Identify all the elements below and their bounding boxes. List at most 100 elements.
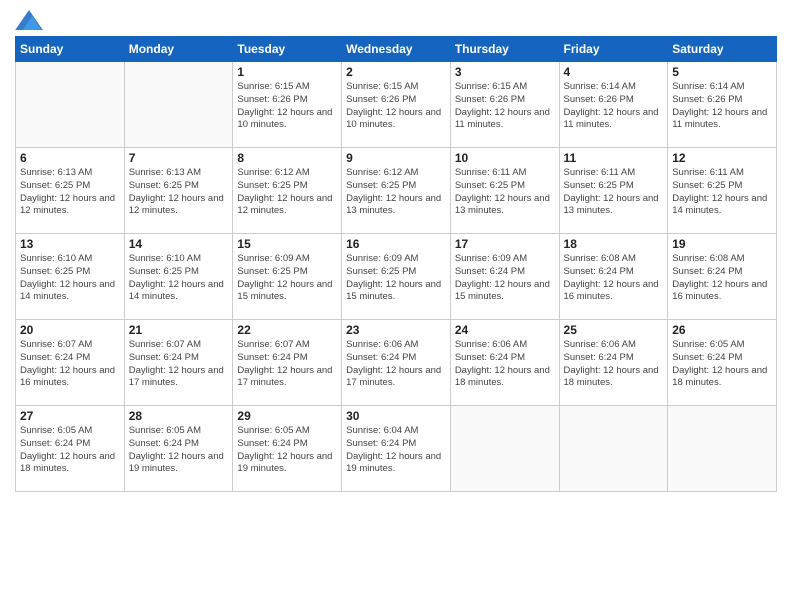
day-info: Sunrise: 6:06 AM Sunset: 6:24 PM Dayligh… bbox=[455, 339, 555, 390]
day-cell: 6 Sunrise: 6:13 AM Sunset: 6:25 PM Daylig… bbox=[16, 148, 125, 234]
day-info: Sunrise: 6:11 AM Sunset: 6:25 PM Dayligh… bbox=[455, 167, 555, 218]
day-number: 2 bbox=[346, 65, 446, 79]
logo bbox=[15, 10, 47, 30]
day-number: 5 bbox=[672, 65, 772, 79]
day-number: 8 bbox=[237, 151, 337, 165]
day-info: Sunrise: 6:09 AM Sunset: 6:24 PM Dayligh… bbox=[455, 253, 555, 304]
day-cell: 27 Sunrise: 6:05 AM Sunset: 6:24 PM Dayli… bbox=[16, 406, 125, 492]
day-cell: 13 Sunrise: 6:10 AM Sunset: 6:25 PM Dayli… bbox=[16, 234, 125, 320]
week-row-2: 13 Sunrise: 6:10 AM Sunset: 6:25 PM Dayli… bbox=[16, 234, 777, 320]
col-header-saturday: Saturday bbox=[668, 37, 777, 62]
day-number: 19 bbox=[672, 237, 772, 251]
day-number: 13 bbox=[20, 237, 120, 251]
day-cell: 1 Sunrise: 6:15 AM Sunset: 6:26 PM Daylig… bbox=[233, 62, 342, 148]
day-cell: 11 Sunrise: 6:11 AM Sunset: 6:25 PM Dayli… bbox=[559, 148, 668, 234]
day-number: 26 bbox=[672, 323, 772, 337]
day-number: 17 bbox=[455, 237, 555, 251]
day-number: 4 bbox=[564, 65, 664, 79]
day-info: Sunrise: 6:12 AM Sunset: 6:25 PM Dayligh… bbox=[346, 167, 446, 218]
day-cell: 22 Sunrise: 6:07 AM Sunset: 6:24 PM Dayli… bbox=[233, 320, 342, 406]
day-cell: 8Sunrise: 6:12 AM Sunset: 6:25 PM Daylig… bbox=[233, 148, 342, 234]
week-row-4: 27 Sunrise: 6:05 AM Sunset: 6:24 PM Dayli… bbox=[16, 406, 777, 492]
day-cell: 25Sunrise: 6:06 AM Sunset: 6:24 PM Dayli… bbox=[559, 320, 668, 406]
day-cell: 14 Sunrise: 6:10 AM Sunset: 6:25 PM Dayli… bbox=[124, 234, 233, 320]
day-cell: 15 Sunrise: 6:09 AM Sunset: 6:25 PM Dayli… bbox=[233, 234, 342, 320]
day-cell: 4 Sunrise: 6:14 AM Sunset: 6:26 PM Daylig… bbox=[559, 62, 668, 148]
day-info: Sunrise: 6:09 AM Sunset: 6:25 PM Dayligh… bbox=[237, 253, 337, 304]
col-header-monday: Monday bbox=[124, 37, 233, 62]
day-number: 14 bbox=[129, 237, 229, 251]
day-info: Sunrise: 6:15 AM Sunset: 6:26 PM Dayligh… bbox=[455, 81, 555, 132]
day-number: 3 bbox=[455, 65, 555, 79]
day-number: 29 bbox=[237, 409, 337, 423]
day-number: 21 bbox=[129, 323, 229, 337]
day-info: Sunrise: 6:10 AM Sunset: 6:25 PM Dayligh… bbox=[129, 253, 229, 304]
header-row: SundayMondayTuesdayWednesdayThursdayFrid… bbox=[16, 37, 777, 62]
day-number: 12 bbox=[672, 151, 772, 165]
day-cell: 10 Sunrise: 6:11 AM Sunset: 6:25 PM Dayli… bbox=[450, 148, 559, 234]
day-cell: 23 Sunrise: 6:06 AM Sunset: 6:24 PM Dayli… bbox=[342, 320, 451, 406]
day-info: Sunrise: 6:05 AM Sunset: 6:24 PM Dayligh… bbox=[20, 425, 120, 476]
day-cell: 16 Sunrise: 6:09 AM Sunset: 6:25 PM Dayli… bbox=[342, 234, 451, 320]
day-info: Sunrise: 6:07 AM Sunset: 6:24 PM Dayligh… bbox=[20, 339, 120, 390]
logo-icon bbox=[15, 10, 43, 30]
day-info: Sunrise: 6:05 AM Sunset: 6:24 PM Dayligh… bbox=[129, 425, 229, 476]
col-header-friday: Friday bbox=[559, 37, 668, 62]
day-info: Sunrise: 6:15 AM Sunset: 6:26 PM Dayligh… bbox=[237, 81, 337, 132]
day-cell bbox=[450, 406, 559, 492]
day-number: 11 bbox=[564, 151, 664, 165]
day-cell: 12 Sunrise: 6:11 AM Sunset: 6:25 PM Dayli… bbox=[668, 148, 777, 234]
day-cell: 7Sunrise: 6:13 AM Sunset: 6:25 PM Daylig… bbox=[124, 148, 233, 234]
day-info: Sunrise: 6:07 AM Sunset: 6:24 PM Dayligh… bbox=[129, 339, 229, 390]
day-number: 22 bbox=[237, 323, 337, 337]
calendar-table: SundayMondayTuesdayWednesdayThursdayFrid… bbox=[15, 36, 777, 492]
day-info: Sunrise: 6:14 AM Sunset: 6:26 PM Dayligh… bbox=[564, 81, 664, 132]
day-number: 6 bbox=[20, 151, 120, 165]
day-cell: 2 Sunrise: 6:15 AM Sunset: 6:26 PM Daylig… bbox=[342, 62, 451, 148]
page: SundayMondayTuesdayWednesdayThursdayFrid… bbox=[0, 0, 792, 612]
day-number: 27 bbox=[20, 409, 120, 423]
day-info: Sunrise: 6:09 AM Sunset: 6:25 PM Dayligh… bbox=[346, 253, 446, 304]
day-number: 9 bbox=[346, 151, 446, 165]
day-cell: 29Sunrise: 6:05 AM Sunset: 6:24 PM Dayli… bbox=[233, 406, 342, 492]
day-cell bbox=[124, 62, 233, 148]
week-row-1: 6 Sunrise: 6:13 AM Sunset: 6:25 PM Daylig… bbox=[16, 148, 777, 234]
day-cell: 9 Sunrise: 6:12 AM Sunset: 6:25 PM Daylig… bbox=[342, 148, 451, 234]
day-info: Sunrise: 6:10 AM Sunset: 6:25 PM Dayligh… bbox=[20, 253, 120, 304]
week-row-0: 1 Sunrise: 6:15 AM Sunset: 6:26 PM Daylig… bbox=[16, 62, 777, 148]
week-row-3: 20 Sunrise: 6:07 AM Sunset: 6:24 PM Dayli… bbox=[16, 320, 777, 406]
day-cell: 28Sunrise: 6:05 AM Sunset: 6:24 PM Dayli… bbox=[124, 406, 233, 492]
col-header-thursday: Thursday bbox=[450, 37, 559, 62]
day-info: Sunrise: 6:05 AM Sunset: 6:24 PM Dayligh… bbox=[672, 339, 772, 390]
day-number: 16 bbox=[346, 237, 446, 251]
col-header-wednesday: Wednesday bbox=[342, 37, 451, 62]
day-number: 23 bbox=[346, 323, 446, 337]
day-cell: 21 Sunrise: 6:07 AM Sunset: 6:24 PM Dayli… bbox=[124, 320, 233, 406]
day-info: Sunrise: 6:11 AM Sunset: 6:25 PM Dayligh… bbox=[672, 167, 772, 218]
day-number: 1 bbox=[237, 65, 337, 79]
day-cell: 5Sunrise: 6:14 AM Sunset: 6:26 PM Daylig… bbox=[668, 62, 777, 148]
day-cell bbox=[668, 406, 777, 492]
day-number: 20 bbox=[20, 323, 120, 337]
day-cell: 24 Sunrise: 6:06 AM Sunset: 6:24 PM Dayli… bbox=[450, 320, 559, 406]
header bbox=[15, 10, 777, 30]
day-info: Sunrise: 6:11 AM Sunset: 6:25 PM Dayligh… bbox=[564, 167, 664, 218]
day-info: Sunrise: 6:06 AM Sunset: 6:24 PM Dayligh… bbox=[564, 339, 664, 390]
day-info: Sunrise: 6:13 AM Sunset: 6:25 PM Dayligh… bbox=[129, 167, 229, 218]
day-number: 10 bbox=[455, 151, 555, 165]
day-cell bbox=[16, 62, 125, 148]
day-info: Sunrise: 6:08 AM Sunset: 6:24 PM Dayligh… bbox=[672, 253, 772, 304]
day-number: 24 bbox=[455, 323, 555, 337]
day-cell: 20 Sunrise: 6:07 AM Sunset: 6:24 PM Dayli… bbox=[16, 320, 125, 406]
day-info: Sunrise: 6:06 AM Sunset: 6:24 PM Dayligh… bbox=[346, 339, 446, 390]
day-info: Sunrise: 6:08 AM Sunset: 6:24 PM Dayligh… bbox=[564, 253, 664, 304]
day-cell: 19 Sunrise: 6:08 AM Sunset: 6:24 PM Dayli… bbox=[668, 234, 777, 320]
day-cell: 26 Sunrise: 6:05 AM Sunset: 6:24 PM Dayli… bbox=[668, 320, 777, 406]
day-info: Sunrise: 6:13 AM Sunset: 6:25 PM Dayligh… bbox=[20, 167, 120, 218]
day-cell: 18 Sunrise: 6:08 AM Sunset: 6:24 PM Dayli… bbox=[559, 234, 668, 320]
day-number: 15 bbox=[237, 237, 337, 251]
day-number: 18 bbox=[564, 237, 664, 251]
day-cell: 30Sunrise: 6:04 AM Sunset: 6:24 PM Dayli… bbox=[342, 406, 451, 492]
day-info: Sunrise: 6:15 AM Sunset: 6:26 PM Dayligh… bbox=[346, 81, 446, 132]
day-info: Sunrise: 6:07 AM Sunset: 6:24 PM Dayligh… bbox=[237, 339, 337, 390]
